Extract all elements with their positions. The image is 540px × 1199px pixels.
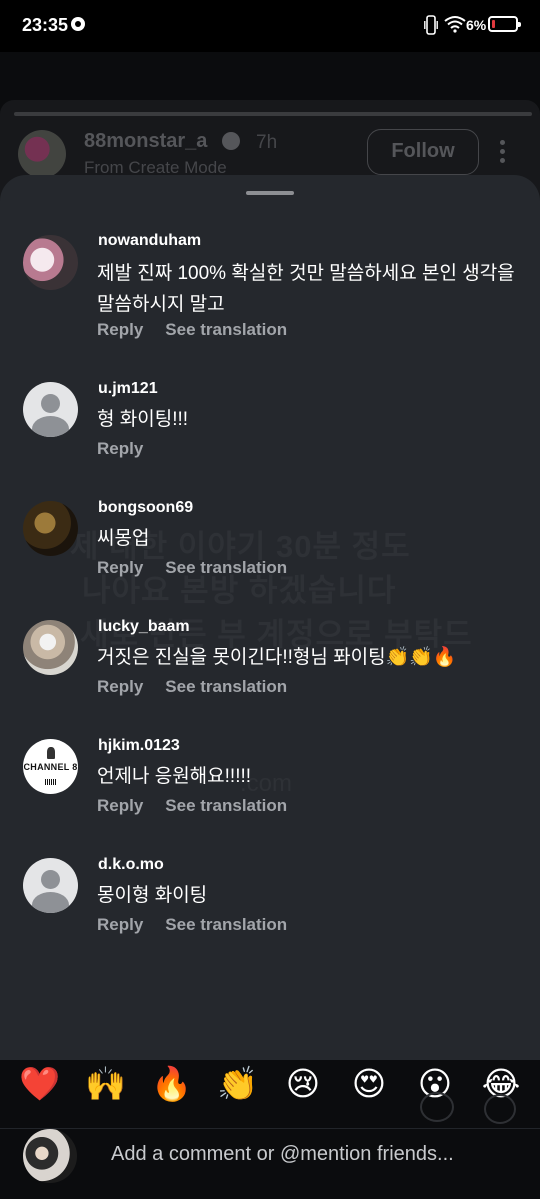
barcode-icon: [45, 779, 57, 785]
see-translation-button[interactable]: See translation: [165, 320, 287, 340]
comment-text: 언제나 응원해요!!!!!: [97, 766, 252, 787]
avatar[interactable]: [23, 235, 78, 290]
comment-username[interactable]: bongsoon69: [98, 499, 193, 517]
comment-text: 거짓은 진실을 못이긴다!!형님 퐈이팅👏👏🔥: [97, 647, 457, 668]
reply-button[interactable]: Reply: [97, 677, 143, 697]
comment-icon: [484, 1094, 516, 1124]
post-author-avatar: [18, 130, 66, 178]
like-icon: [420, 1092, 454, 1122]
vibrate-icon: [424, 15, 438, 35]
comment-actions: Reply See translation: [97, 320, 309, 340]
emoji-heart-eyes[interactable]: 😍: [349, 1064, 389, 1104]
comments-sheet: 제 대한 이야기 30분 정도 나아요 본방 하겠습니다 새로 만든 부 계정으…: [0, 175, 540, 1060]
battery-icon: [488, 16, 521, 32]
post-author-username: 88monstar_a: [84, 130, 208, 152]
avatar[interactable]: CHANNEL 8: [23, 739, 78, 794]
emoji-raising-hands[interactable]: 🙌: [85, 1064, 126, 1104]
see-translation-button[interactable]: See translation: [165, 677, 287, 697]
more-options-icon: [500, 140, 506, 166]
avatar[interactable]: [23, 382, 78, 437]
reply-button[interactable]: Reply: [97, 558, 143, 578]
comment-text: 형 화이팅!!!: [97, 409, 189, 430]
comment-input[interactable]: Add a comment or @mention friends...: [111, 1143, 511, 1166]
see-translation-button[interactable]: See translation: [165, 796, 287, 816]
comment-text: 씨몽업: [97, 528, 150, 549]
current-user-avatar: [23, 1129, 77, 1183]
comment-text: 제발 진짜 100% 확실한 것만 말씀하세요 본인 생각을 말씀하시지 말고: [97, 263, 515, 315]
emoji-clapping-hands[interactable]: 👏: [217, 1064, 258, 1104]
comment-actions: Reply See translation: [97, 677, 309, 697]
comment-username[interactable]: hjkim.0123: [98, 737, 180, 755]
notification-icon: [71, 17, 85, 31]
sheet-drag-handle[interactable]: [246, 191, 294, 195]
comment-username[interactable]: u.jm121: [98, 380, 158, 398]
follow-button: Follow: [367, 129, 479, 175]
emoji-crying-face[interactable]: 😢: [283, 1064, 323, 1104]
verified-badge-icon: [222, 132, 240, 150]
reply-button[interactable]: Reply: [97, 796, 143, 816]
comment-username[interactable]: d.k.o.mo: [98, 856, 164, 874]
progress-strip: [14, 112, 532, 116]
comment-username[interactable]: lucky_baam: [98, 618, 190, 636]
status-time: 23:35: [22, 15, 69, 35]
emoji-bar: ❤️ 🙌 🔥 👏 😢 😍 😮 😂: [0, 1060, 540, 1128]
emoji-red-heart[interactable]: ❤️: [19, 1064, 60, 1104]
see-translation-button[interactable]: See translation: [165, 915, 287, 935]
see-translation-button[interactable]: See translation: [165, 558, 287, 578]
comment-actions: Reply See translation: [97, 796, 309, 816]
channel-logo-figure: [47, 747, 55, 759]
post-time: 7h: [256, 132, 278, 153]
comment-text: 몽이형 화이팅: [97, 885, 208, 906]
channel-logo-text: CHANNEL 8: [23, 762, 78, 772]
reply-button[interactable]: Reply: [97, 915, 143, 935]
reply-button[interactable]: Reply: [97, 439, 143, 459]
screen: 23:35 6% 88monstar_a 7h From Create Mode…: [0, 0, 540, 1199]
comment-actions: Reply: [97, 439, 165, 459]
comment-username[interactable]: nowanduham: [98, 232, 201, 250]
avatar[interactable]: [23, 620, 78, 675]
avatar[interactable]: [23, 858, 78, 913]
emoji-fire[interactable]: 🔥: [151, 1064, 192, 1104]
status-bar: 23:35 6%: [0, 0, 540, 52]
wifi-icon: [444, 16, 466, 33]
reply-button[interactable]: Reply: [97, 320, 143, 340]
comment-actions: Reply See translation: [97, 558, 309, 578]
comment-actions: Reply See translation: [97, 915, 309, 935]
battery-percent: 6%: [466, 17, 487, 33]
avatar[interactable]: [23, 501, 78, 556]
